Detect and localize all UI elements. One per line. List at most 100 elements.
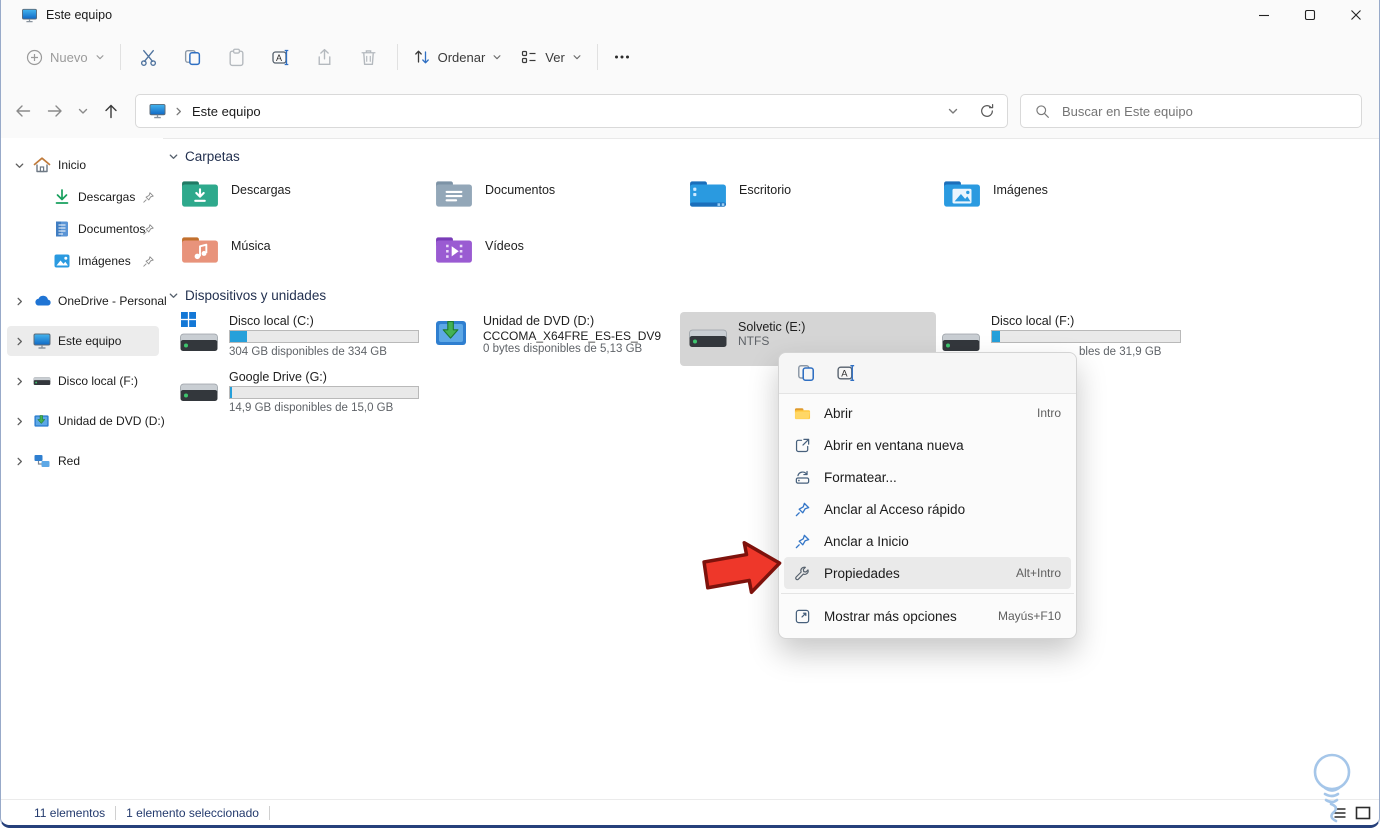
group-header-dispositivos[interactable]: Dispositivos y unidades	[168, 288, 326, 303]
copy-icon	[185, 49, 201, 65]
hdd-icon	[179, 330, 219, 354]
sidebar-item-label: Descargas	[78, 190, 136, 204]
expand-chevron-icon[interactable]	[13, 296, 25, 307]
forward-button[interactable]	[39, 95, 71, 127]
menu-item-anclar-acceso-rapido[interactable]: Anclar al Acceso rápido	[784, 493, 1071, 525]
recent-locations-button[interactable]	[71, 95, 95, 127]
refresh-icon[interactable]	[979, 103, 995, 119]
pin-icon	[142, 255, 155, 268]
sidebar-item-red[interactable]: Red	[7, 446, 159, 476]
up-button[interactable]	[95, 95, 127, 127]
forward-icon	[47, 105, 62, 117]
drive-name: Unidad de DVD (D:)	[483, 314, 595, 328]
hdd-icon	[179, 380, 219, 404]
sidebar-item-dvd[interactable]: Unidad de DVD (D:)	[7, 406, 165, 436]
window-controls	[1241, 0, 1379, 30]
folder-tile-descargas[interactable]: Descargas	[171, 174, 421, 220]
drive-info: 14,9 GB disponibles de 15,0 GB	[229, 402, 394, 414]
close-button[interactable]	[1333, 0, 1379, 30]
drive-tile-c[interactable]: Disco local (C:) 304 GB disponibles de 3…	[171, 310, 421, 364]
hdd-icon	[33, 374, 51, 388]
address-bar[interactable]: Este equipo	[135, 94, 1008, 128]
sidebar-item-imagenes[interactable]: Imágenes	[7, 246, 159, 276]
expand-chevron-icon[interactable]	[13, 336, 25, 347]
sidebar-item-descargas[interactable]: Descargas	[7, 182, 159, 212]
this-pc-icon	[149, 103, 166, 119]
folder-tile-escritorio[interactable]: Escritorio	[679, 174, 929, 220]
view-button[interactable]: Ver	[511, 39, 591, 75]
menu-item-anclar-inicio[interactable]: Anclar a Inicio	[784, 525, 1071, 557]
menu-item-mostrar-mas-opciones[interactable]: Mostrar más opciones Mayús+F10	[784, 598, 1071, 634]
paste-button[interactable]	[215, 39, 259, 75]
more-options-button[interactable]	[604, 39, 640, 75]
back-button[interactable]	[7, 95, 39, 127]
drive-tile-g[interactable]: Google Drive (G:) 14,9 GB disponibles de…	[171, 366, 421, 420]
folder-escritorio-icon	[690, 181, 726, 207]
group-header-carpetas[interactable]: Carpetas	[168, 149, 240, 164]
toolbar-separator	[119, 44, 121, 70]
sidebar-item-inicio[interactable]: Inicio	[7, 150, 159, 180]
expand-chevron-icon[interactable]	[13, 416, 25, 427]
title-bar: Este equipo	[1, 0, 1379, 30]
new-button[interactable]: Nuevo	[17, 39, 114, 75]
minimize-button[interactable]	[1241, 0, 1287, 30]
sidebar-item-onedrive[interactable]: OneDrive - Personal	[7, 286, 167, 316]
expand-chevron-icon[interactable]	[13, 456, 25, 467]
quick-rename-button[interactable]: A	[831, 358, 861, 388]
folder-tile-imagenes[interactable]: Imágenes	[933, 174, 1183, 220]
picture-icon	[54, 254, 70, 268]
share-button[interactable]	[303, 39, 347, 75]
view-label: Ver	[545, 49, 565, 65]
command-bar: Nuevo A Ordenar Ver	[1, 30, 1379, 85]
address-dropdown-icon[interactable]	[947, 105, 959, 117]
paste-icon	[229, 48, 244, 66]
more-icon	[614, 55, 629, 59]
context-menu: A Abrir Intro Abrir en ventana nueva For…	[778, 352, 1077, 639]
folder-tile-musica[interactable]: Música	[171, 230, 421, 276]
drive-volume-label: CCCOMA_X64FRE_ES-ES_DV9	[483, 329, 662, 343]
sidebar-item-disco-f[interactable]: Disco local (F:)	[7, 366, 159, 396]
menu-item-propiedades[interactable]: Propiedades Alt+Intro	[784, 557, 1071, 589]
folder-name: Música	[231, 239, 271, 253]
toolbar-separator	[596, 44, 598, 70]
sort-button[interactable]: Ordenar	[404, 39, 512, 75]
windows-logo-icon	[181, 312, 196, 327]
this-pc-icon	[33, 332, 51, 350]
folder-tile-documentos[interactable]: Documentos	[425, 174, 675, 220]
folder-tile-videos[interactable]: Vídeos	[425, 230, 675, 276]
menu-item-formatear[interactable]: Formatear...	[784, 461, 1071, 493]
details-view-icon[interactable]	[1333, 806, 1349, 820]
drive-name: Disco local (F:)	[991, 314, 1075, 328]
copy-button[interactable]	[171, 39, 215, 75]
cut-button[interactable]	[127, 39, 171, 75]
network-icon	[34, 455, 50, 467]
expand-chevron-icon[interactable]	[13, 376, 25, 387]
quick-copy-button[interactable]	[791, 358, 821, 388]
breadcrumb[interactable]: Este equipo	[192, 104, 261, 119]
maximize-button[interactable]	[1287, 0, 1333, 30]
folder-name: Descargas	[231, 183, 291, 197]
search-box[interactable]	[1020, 94, 1362, 128]
drive-tile-d[interactable]: Unidad de DVD (D:) CCCOMA_X64FRE_ES-ES_D…	[425, 310, 675, 364]
collapse-chevron-icon[interactable]	[168, 151, 179, 162]
delete-button[interactable]	[347, 39, 391, 75]
sidebar-item-documentos[interactable]: Documentos	[7, 214, 159, 244]
menu-item-abrir[interactable]: Abrir Intro	[784, 397, 1071, 429]
folder-musica-icon	[182, 237, 218, 263]
pin-icon	[142, 191, 155, 204]
menu-item-abrir-ventana-nueva[interactable]: Abrir en ventana nueva	[784, 429, 1071, 461]
rename-button[interactable]: A	[259, 39, 303, 75]
chevron-down-icon	[572, 52, 582, 62]
home-icon	[33, 157, 51, 173]
collapse-chevron-icon[interactable]	[168, 290, 179, 301]
toolbar-separator	[396, 44, 398, 70]
thumbnail-view-icon[interactable]	[1355, 806, 1371, 820]
collapse-chevron-icon[interactable]	[13, 160, 25, 171]
sidebar-item-este-equipo[interactable]: Este equipo	[7, 326, 159, 356]
pin-icon	[794, 501, 811, 518]
sidebar-item-label: Disco local (F:)	[58, 374, 139, 388]
sort-label: Ordenar	[437, 49, 486, 65]
explorer-window: Este equipo Nuevo A Ordenar Ver Este equ…	[0, 0, 1380, 828]
sidebar-item-label: OneDrive - Personal	[58, 294, 167, 308]
search-input[interactable]	[1060, 102, 1344, 120]
